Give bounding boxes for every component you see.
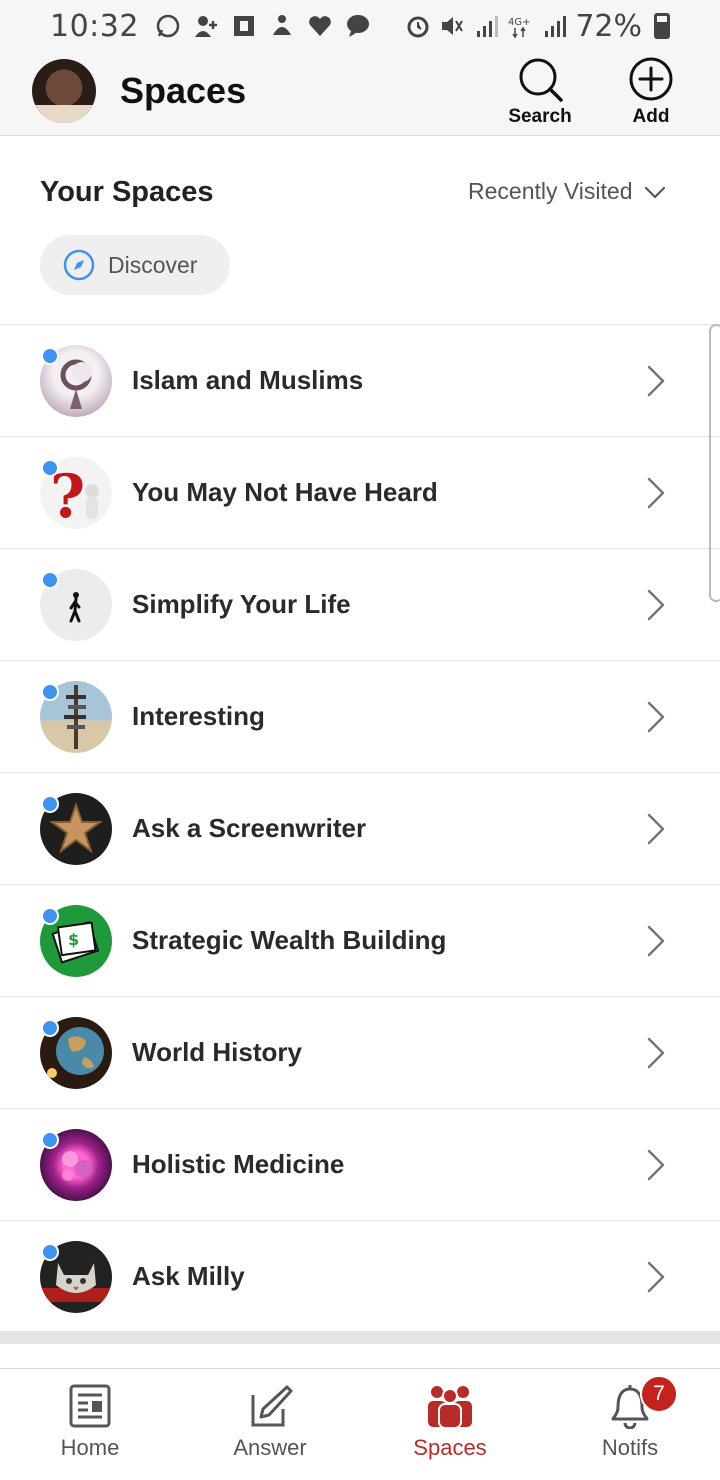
nav-notifs[interactable]: Notifs 7: [540, 1369, 720, 1480]
people-group-icon: [428, 1386, 472, 1429]
signal-2-icon: [545, 16, 567, 37]
unread-dot: [41, 459, 59, 477]
signal-icon: [477, 16, 499, 37]
unread-dot: [41, 571, 59, 589]
mute-icon: [442, 17, 464, 35]
unread-dot: [41, 683, 59, 701]
battery-percent: 72%: [575, 8, 642, 44]
nav-spaces-label: Spaces: [413, 1435, 487, 1460]
divider: [0, 1332, 720, 1344]
pencil-edit-icon: [251, 1385, 293, 1427]
nav-notifs-label: Notifs: [601, 1435, 659, 1460]
newspaper-icon: [69, 1384, 111, 1428]
list-item[interactable]: Simplify Your Life: [0, 548, 720, 660]
list-item[interactable]: Holistic Medicine: [0, 1108, 720, 1220]
space-name: Strategic Wealth Building: [132, 925, 447, 955]
chevron-right-icon: [647, 1037, 665, 1069]
badge-icon: [233, 16, 254, 36]
unread-dot: [41, 795, 59, 813]
space-name: Ask Milly: [132, 1261, 245, 1291]
nav-answer-label: Answer: [233, 1435, 307, 1460]
space-name: Holistic Medicine: [132, 1149, 345, 1179]
nav-spaces[interactable]: Spaces: [360, 1369, 540, 1480]
chevron-right-icon: [647, 925, 665, 957]
list-item[interactable]: Ask a Screenwriter: [0, 772, 720, 884]
battery-icon: [654, 13, 670, 39]
meditation-icon: [272, 15, 291, 35]
space-name: You May Not Have Heard: [132, 477, 438, 507]
chevron-right-icon: [647, 589, 665, 621]
list-item[interactable]: $ Strategic Wealth Building: [0, 884, 720, 996]
chevron-right-icon: [647, 477, 665, 509]
space-name: Ask a Screenwriter: [132, 813, 367, 843]
unread-dot: [41, 1243, 59, 1261]
discover-label: Discover: [108, 251, 198, 278]
chevron-right-icon: [647, 1261, 665, 1293]
unread-dot: [41, 1131, 59, 1149]
space-name: World History: [132, 1037, 302, 1067]
nav-home-label: Home: [60, 1435, 120, 1460]
scrollbar[interactable]: [709, 324, 720, 602]
chevron-right-icon: [647, 1149, 665, 1181]
nav-home[interactable]: Home: [0, 1369, 180, 1480]
search-icon: [519, 58, 563, 102]
svg-text:$: $: [68, 930, 79, 949]
notification-icons: [155, 13, 371, 39]
chevron-right-icon: [647, 701, 665, 733]
unread-dot: [41, 1019, 59, 1037]
chat-bubble-icon: [346, 15, 369, 37]
space-name: Simplify Your Life: [132, 589, 351, 619]
space-name: Islam and Muslims: [132, 365, 364, 395]
heart-icon: [309, 16, 331, 36]
sort-label: Recently Visited: [468, 178, 633, 204]
plus-circle-icon: [629, 57, 673, 101]
notification-badge: 7: [640, 1375, 678, 1413]
search-label: Search: [508, 106, 572, 127]
alarm-icon: [407, 16, 429, 38]
chevron-right-icon: [647, 365, 665, 397]
lte-icon: 4G+: [508, 17, 531, 39]
chevron-right-icon: [647, 813, 665, 845]
add-label: Add: [632, 106, 670, 127]
list-item[interactable]: Islam and Muslims: [0, 324, 720, 436]
search-button[interactable]: Search: [495, 56, 585, 132]
section-title: Your Spaces: [40, 176, 214, 208]
svg-text:4G+: 4G+: [508, 17, 531, 28]
status-time: 10:32: [50, 8, 139, 44]
system-icons: 4G+ 72%: [405, 9, 670, 44]
spaces-list: Islam and Muslims ? You May Not Have Hea…: [0, 324, 720, 1332]
list-item[interactable]: Interesting: [0, 660, 720, 772]
space-name: Interesting: [132, 701, 265, 731]
nav-answer[interactable]: Answer: [180, 1369, 360, 1480]
bottom-nav: Home Answer Spaces Notifs 7: [0, 1368, 720, 1480]
list-item[interactable]: ? You May Not Have Heard: [0, 436, 720, 548]
whatsapp-icon: [156, 14, 180, 38]
compass-icon: [63, 249, 95, 281]
page-title: Spaces: [120, 70, 247, 111]
avatar[interactable]: [32, 59, 96, 123]
list-item[interactable]: Ask Milly: [0, 1220, 720, 1332]
list-item[interactable]: World History: [0, 996, 720, 1108]
add-button[interactable]: Add: [606, 56, 696, 132]
chevron-down-icon: [644, 186, 665, 198]
status-bar: 10:32 4G+ 72%: [0, 0, 720, 52]
unread-dot: [41, 907, 59, 925]
sort-dropdown[interactable]: Recently Visited: [468, 178, 667, 205]
app-header: Spaces Search Add: [0, 52, 720, 136]
unread-dot: [41, 347, 59, 365]
add-contact-icon: [194, 16, 217, 37]
discover-button[interactable]: Discover: [40, 235, 230, 295]
